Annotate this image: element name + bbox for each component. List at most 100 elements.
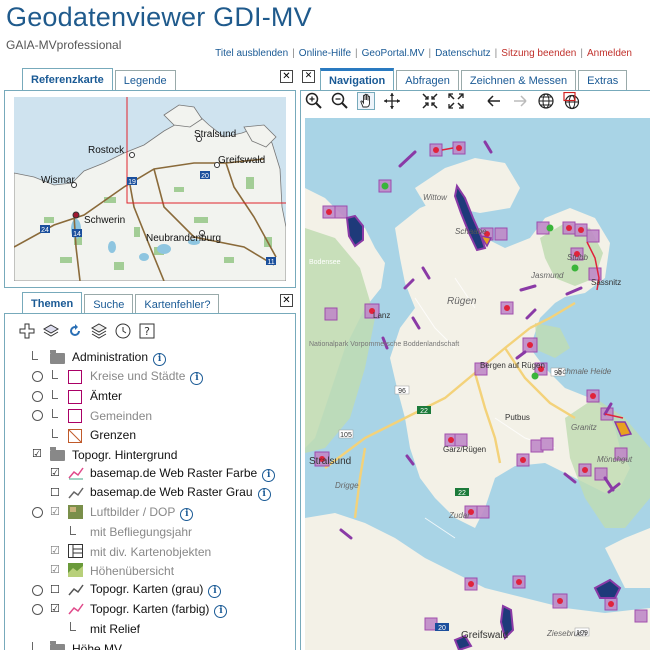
tab-navigation[interactable]: Navigation: [320, 68, 395, 90]
globe-extent-icon[interactable]: [563, 92, 581, 110]
tree-connector: [70, 622, 76, 632]
themes-toolbar: ?: [18, 322, 156, 340]
topo-color-icon: [68, 602, 84, 619]
tree-item-basemap-farbe[interactable]: ☑ basemap.de Web Raster Farbe i: [28, 464, 290, 483]
checkbox-checked-icon[interactable]: ☑: [32, 447, 42, 460]
checkbox-checked-icon[interactable]: ☑: [50, 602, 60, 615]
layer-radio[interactable]: [32, 604, 43, 616]
checkbox-checked-icon[interactable]: ☑: [50, 563, 60, 576]
layer-radio[interactable]: [32, 507, 43, 519]
ref-road-19: 19: [128, 179, 136, 186]
tree-item-hoehenuebersicht[interactable]: ☑ Höhenübersicht: [28, 561, 290, 580]
topo-gray-icon: [68, 583, 84, 600]
tab-kartenfehler[interactable]: Kartenfehler?: [135, 294, 220, 314]
map-label-jasmund: Jasmund: [530, 271, 564, 280]
tree-item-befliegungsjahr[interactable]: mit Befliegungsjahr: [28, 523, 290, 542]
road-label-a20: 20: [438, 625, 446, 632]
zoom-in-icon[interactable]: [305, 92, 323, 110]
close-icon[interactable]: ✕: [280, 70, 293, 83]
app-subtitle: GAIA-MVprofessional: [6, 38, 122, 52]
tab-legende[interactable]: Legende: [114, 70, 176, 90]
folder-icon: [50, 350, 65, 364]
tree-item-basemap-grau[interactable]: ☐ basemap.de Web Raster Grau i: [28, 484, 290, 503]
checkbox-checked-icon[interactable]: ☑: [50, 505, 60, 518]
reference-map[interactable]: Stralsund Rostock Greifswald Wismar Schw…: [14, 97, 286, 281]
tree-label: Topogr. Karten (grau) i: [90, 582, 222, 599]
map-label-greifswald: Greifswald: [461, 630, 508, 641]
map-label-binnensee: Bodensee: [309, 259, 341, 266]
ref-label-neubrandenburg: Neubrandenburg: [146, 233, 221, 244]
checkbox-unchecked-icon[interactable]: ☐: [50, 583, 60, 596]
ref-road-24: 24: [41, 227, 49, 234]
help-icon[interactable]: ?: [138, 322, 156, 340]
tab-extras[interactable]: Extras: [578, 70, 628, 90]
map-label-granitz: Granitz: [571, 423, 597, 432]
tree-item-topogr-hintergrund[interactable]: ☑ Topogr. Hintergrund: [28, 445, 290, 464]
tab-referenzkarte[interactable]: Referenzkarte: [22, 68, 113, 90]
pan-hand-icon[interactable]: [357, 92, 375, 110]
link-titel-ausblenden[interactable]: Titel ausblenden: [215, 48, 288, 59]
tree-item-gemeinden[interactable]: Gemeinden: [28, 406, 290, 425]
tree-label: Ämter: [90, 389, 123, 404]
tree-item-topo-grau[interactable]: ☐ Topogr. Karten (grau) i: [28, 581, 290, 600]
globe-icon[interactable]: [537, 92, 555, 110]
map-label-moenchgut: Mönchgut: [597, 455, 633, 464]
move-icon[interactable]: [383, 92, 401, 110]
zoom-out-icon[interactable]: [331, 92, 349, 110]
tree-item-topo-farbig[interactable]: ☑ Topogr. Karten (farbig) i: [28, 600, 290, 619]
tree-item-kreise[interactable]: Kreise und Städte i: [28, 367, 290, 386]
info-icon[interactable]: i: [214, 604, 228, 618]
tree-item-kartenobjekte[interactable]: ☑ mit div. Kartenobjekten: [28, 542, 290, 561]
full-extent-icon[interactable]: [447, 92, 465, 110]
tree-item-administration[interactable]: Administration i: [28, 348, 290, 367]
info-icon[interactable]: i: [208, 585, 222, 599]
main-map[interactable]: 96 22 22 105 20 96 109 Wittow Schaabe St…: [305, 118, 650, 650]
info-icon[interactable]: i: [153, 352, 167, 366]
clock-icon[interactable]: [114, 322, 132, 340]
info-icon[interactable]: i: [190, 372, 204, 386]
layer-radio[interactable]: [32, 584, 43, 596]
info-icon[interactable]: i: [257, 488, 271, 502]
tree-item-hoehe-mv[interactable]: Höhe MV: [28, 639, 290, 650]
tree-label: Höhenübersicht: [90, 563, 175, 578]
tab-zeichnen-messen[interactable]: Zeichnen & Messen: [460, 70, 577, 90]
back-arrow-icon[interactable]: [485, 92, 503, 110]
map-label-stubb: Stubb: [567, 253, 588, 262]
tab-suche[interactable]: Suche: [84, 294, 134, 314]
link-online-hilfe[interactable]: Online-Hilfe: [299, 48, 351, 59]
link-geoportal[interactable]: GeoPortal.MV: [362, 48, 425, 59]
left-top-tabbar: Referenzkarte Legende: [22, 68, 178, 90]
tree-item-relief[interactable]: mit Relief: [28, 619, 290, 638]
checkbox-unchecked-icon[interactable]: ☐: [50, 486, 60, 499]
tree-item-grenzen[interactable]: Grenzen: [28, 426, 290, 445]
window-icon[interactable]: ✕: [302, 70, 315, 83]
map-label-nationalpark: Nationalpark Vorpommersche Boddenlandsch…: [309, 341, 459, 348]
tree-item-aemter[interactable]: Ämter: [28, 387, 290, 406]
zoom-to-center-icon[interactable]: [421, 92, 439, 110]
refresh-icon[interactable]: [66, 322, 84, 340]
layer-radio[interactable]: [32, 390, 43, 402]
layer-radio[interactable]: [32, 410, 43, 422]
layer-radio[interactable]: [32, 371, 43, 383]
line-swatch-icon: [68, 428, 82, 446]
tree-connector: [52, 370, 58, 380]
checkbox-checked-icon[interactable]: ☑: [50, 466, 60, 479]
tree-item-luftbilder[interactable]: ☑ Luftbilder / DOP i: [28, 503, 290, 522]
link-anmelden[interactable]: Anmelden: [587, 48, 632, 59]
layers-icon[interactable]: [42, 322, 60, 340]
tree-label: Kreise und Städte i: [90, 369, 204, 386]
checkbox-checked-icon[interactable]: ☑: [50, 544, 60, 557]
tree-label-text: basemap.de Web Raster Farbe: [90, 466, 258, 481]
close-icon[interactable]: ✕: [280, 294, 293, 307]
tab-themen[interactable]: Themen: [22, 292, 83, 314]
reference-map-graphic: Stralsund Rostock Greifswald Wismar Schw…: [14, 97, 286, 281]
info-icon[interactable]: i: [180, 507, 194, 521]
add-layer-icon[interactable]: [18, 322, 36, 340]
info-icon[interactable]: i: [262, 469, 276, 483]
forward-arrow-icon[interactable]: [511, 92, 529, 110]
link-sitzung-beenden[interactable]: Sitzung beenden: [501, 48, 576, 59]
ref-road-20: 20: [201, 173, 209, 180]
tab-abfragen[interactable]: Abfragen: [396, 70, 459, 90]
layer-stack-icon[interactable]: [90, 322, 108, 340]
link-datenschutz[interactable]: Datenschutz: [435, 48, 491, 59]
